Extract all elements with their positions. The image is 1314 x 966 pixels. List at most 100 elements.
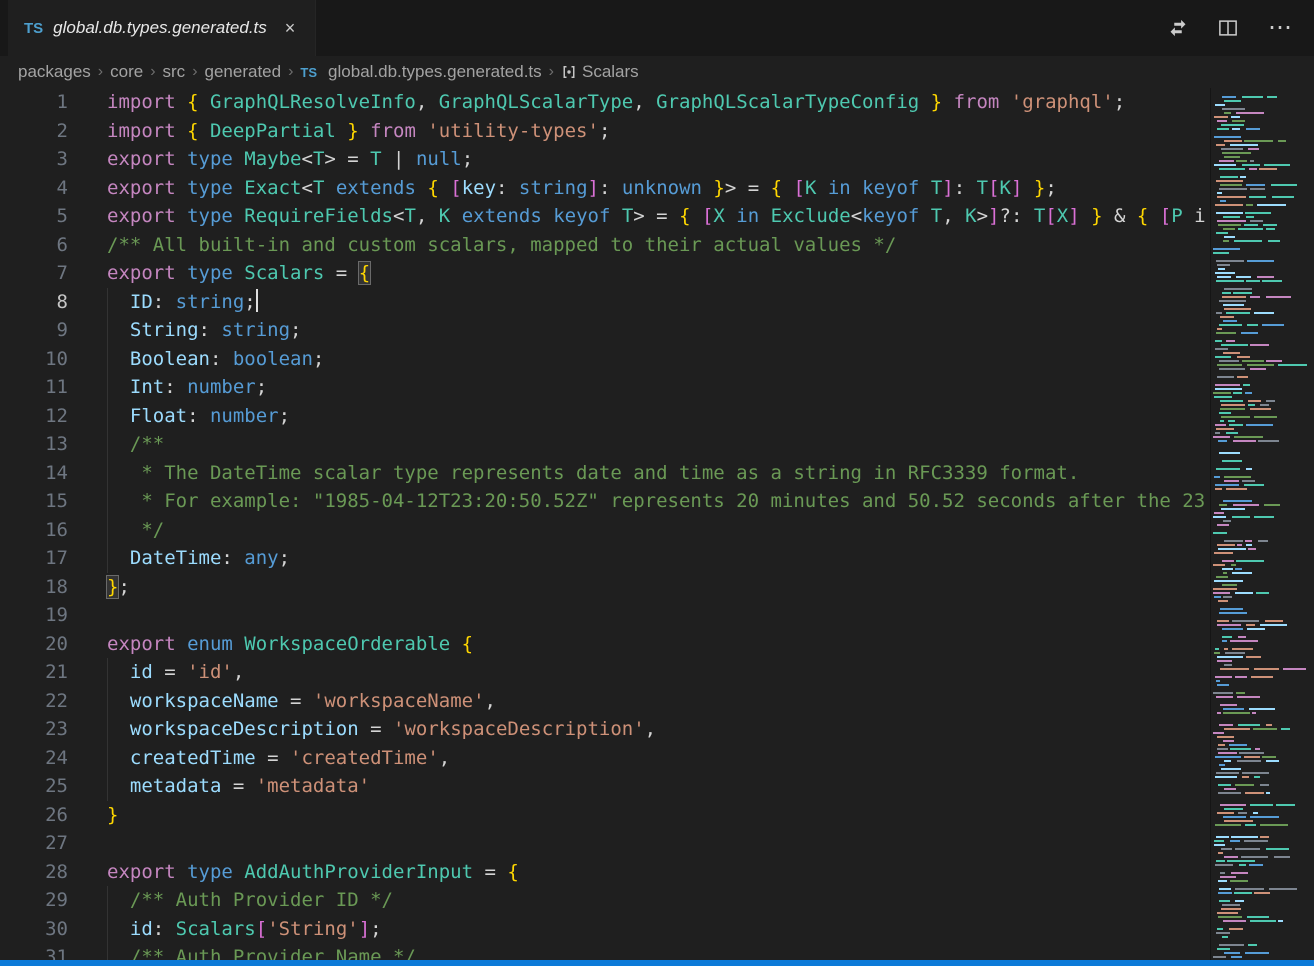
- line-number[interactable]: 20: [0, 630, 68, 659]
- code-line-11[interactable]: 11 Int: number;: [0, 373, 1210, 402]
- line-number[interactable]: 18: [0, 573, 68, 602]
- code-line-10[interactable]: 10 Boolean: boolean;: [0, 345, 1210, 374]
- open-changes-icon[interactable]: [1168, 18, 1188, 38]
- breadcrumb-item-generated[interactable]: generated: [205, 62, 282, 82]
- code-line-25[interactable]: 25 metadata = 'metadata': [0, 772, 1210, 801]
- minimap[interactable]: [1210, 88, 1314, 960]
- line-content: String: string;: [107, 316, 302, 345]
- line-number[interactable]: 23: [0, 715, 68, 744]
- code-line-12[interactable]: 12 Float: number;: [0, 402, 1210, 431]
- line-number[interactable]: 14: [0, 459, 68, 488]
- line-content: export type AddAuthProviderInput = {: [107, 858, 519, 887]
- line-number[interactable]: 26: [0, 801, 68, 830]
- line-content: /** All built-in and custom scalars, map…: [107, 231, 896, 260]
- code-editor[interactable]: 1import { GraphQLResolveInfo, GraphQLSca…: [0, 88, 1210, 960]
- line-content: id = 'id',: [107, 658, 244, 687]
- line-number[interactable]: 17: [0, 544, 68, 573]
- code-line-7[interactable]: 7 export type Scalars = {: [0, 259, 1210, 288]
- breadcrumb-item-src[interactable]: src: [163, 62, 186, 82]
- line-number[interactable]: 1: [0, 88, 68, 117]
- code-line-29[interactable]: 29 /** Auth Provider ID */: [0, 886, 1210, 915]
- code-line-1[interactable]: 1import { GraphQLResolveInfo, GraphQLSca…: [0, 88, 1210, 117]
- status-bar-strip: [0, 960, 1314, 966]
- line-number[interactable]: 30: [0, 915, 68, 944]
- line-number[interactable]: 3: [0, 145, 68, 174]
- more-actions-icon[interactable]: ⋯: [1268, 18, 1292, 38]
- indent-guide: [107, 772, 108, 801]
- vscode-window: TS global.db.types.generated.ts × ⋯ pack…: [0, 0, 1314, 966]
- code-line-21[interactable]: 21 id = 'id',: [0, 658, 1210, 687]
- breadcrumb-item-global-db-types-generated-ts[interactable]: TSglobal.db.types.generated.ts: [300, 62, 541, 82]
- line-number[interactable]: 10: [0, 345, 68, 374]
- line-number[interactable]: 8: [0, 288, 68, 317]
- line-content: export type Exact<T extends { [key: stri…: [107, 174, 1057, 203]
- close-icon[interactable]: ×: [281, 16, 300, 41]
- code-line-2[interactable]: 2import { DeepPartial } from 'utility-ty…: [0, 117, 1210, 146]
- line-number[interactable]: 31: [0, 943, 68, 960]
- code-line-13[interactable]: 13 /**: [0, 430, 1210, 459]
- code-line-15[interactable]: 15 * For example: "1985-04-12T23:20:50.5…: [0, 487, 1210, 516]
- line-number[interactable]: 15: [0, 487, 68, 516]
- breadcrumb-item-core[interactable]: core: [110, 62, 143, 82]
- line-number[interactable]: 16: [0, 516, 68, 545]
- code-line-18[interactable]: 18};: [0, 573, 1210, 602]
- line-number[interactable]: 25: [0, 772, 68, 801]
- line-number[interactable]: 21: [0, 658, 68, 687]
- line-content: export type Scalars = {: [107, 259, 370, 288]
- tab-label: global.db.types.generated.ts: [53, 18, 267, 38]
- code-line-27[interactable]: 27: [0, 829, 1210, 858]
- code-line-24[interactable]: 24 createdTime = 'createdTime',: [0, 744, 1210, 773]
- code-line-9[interactable]: 9 String: string;: [0, 316, 1210, 345]
- code-line-16[interactable]: 16 */: [0, 516, 1210, 545]
- breadcrumb-item-scalars[interactable]: Scalars: [561, 62, 639, 82]
- line-number[interactable]: 28: [0, 858, 68, 887]
- line-number[interactable]: 5: [0, 202, 68, 231]
- code-line-17[interactable]: 17 DateTime: any;: [0, 544, 1210, 573]
- line-number[interactable]: 22: [0, 687, 68, 716]
- breadcrumb-label: generated: [205, 62, 282, 82]
- code-line-22[interactable]: 22 workspaceName = 'workspaceName',: [0, 687, 1210, 716]
- code-line-3[interactable]: 3export type Maybe<T> = T | null;: [0, 145, 1210, 174]
- code-line-31[interactable]: 31 /** Auth Provider Name */: [0, 943, 1210, 960]
- code-line-28[interactable]: 28 export type AddAuthProviderInput = {: [0, 858, 1210, 887]
- line-number[interactable]: 7: [0, 259, 68, 288]
- line-content: * The DateTime scalar type represents da…: [107, 459, 1079, 488]
- tab-global-db-types-generated-ts[interactable]: TS global.db.types.generated.ts ×: [8, 0, 316, 56]
- line-number[interactable]: 11: [0, 373, 68, 402]
- split-editor-icon[interactable]: [1218, 18, 1238, 38]
- symbol-type-icon: [561, 64, 577, 80]
- breadcrumb-label: packages: [18, 62, 91, 82]
- line-number[interactable]: 2: [0, 117, 68, 146]
- code-line-14[interactable]: 14 * The DateTime scalar type represents…: [0, 459, 1210, 488]
- indent-guide: [107, 687, 108, 716]
- code-line-6[interactable]: 6 /** All built-in and custom scalars, ma…: [0, 231, 1210, 260]
- text-cursor: [256, 289, 258, 312]
- code-line-8[interactable]: 8 ID: string;: [0, 288, 1210, 317]
- code-line-26[interactable]: 26}: [0, 801, 1210, 830]
- ts-file-icon: TS: [24, 20, 43, 37]
- indent-guide: [107, 544, 108, 573]
- line-number[interactable]: 6: [0, 231, 68, 260]
- line-number[interactable]: 19: [0, 601, 68, 630]
- code-line-20[interactable]: 20export enum WorkspaceOrderable {: [0, 630, 1210, 659]
- breadcrumb-item-packages[interactable]: packages: [18, 62, 91, 82]
- line-number[interactable]: 24: [0, 744, 68, 773]
- code-line-5[interactable]: 5export type RequireFields<T, K extends …: [0, 202, 1210, 231]
- line-number[interactable]: 29: [0, 886, 68, 915]
- code-line-23[interactable]: 23 workspaceDescription = 'workspaceDesc…: [0, 715, 1210, 744]
- line-content: /** Auth Provider Name */: [107, 943, 416, 960]
- line-content: Boolean: boolean;: [107, 345, 324, 374]
- breadcrumb-label: Scalars: [582, 62, 639, 82]
- code-line-19[interactable]: 19: [0, 601, 1210, 630]
- line-number[interactable]: 9: [0, 316, 68, 345]
- indent-guide: [107, 516, 108, 545]
- indent-guide: [107, 487, 108, 516]
- line-number[interactable]: 13: [0, 430, 68, 459]
- line-number[interactable]: 12: [0, 402, 68, 431]
- code-line-30[interactable]: 30 id: Scalars['String'];: [0, 915, 1210, 944]
- code-line-4[interactable]: 4 export type Exact<T extends { [key: str…: [0, 174, 1210, 203]
- line-number[interactable]: 4: [0, 174, 68, 203]
- line-number[interactable]: 27: [0, 829, 68, 858]
- indent-guide: [107, 373, 108, 402]
- indent-guide: [107, 943, 108, 960]
